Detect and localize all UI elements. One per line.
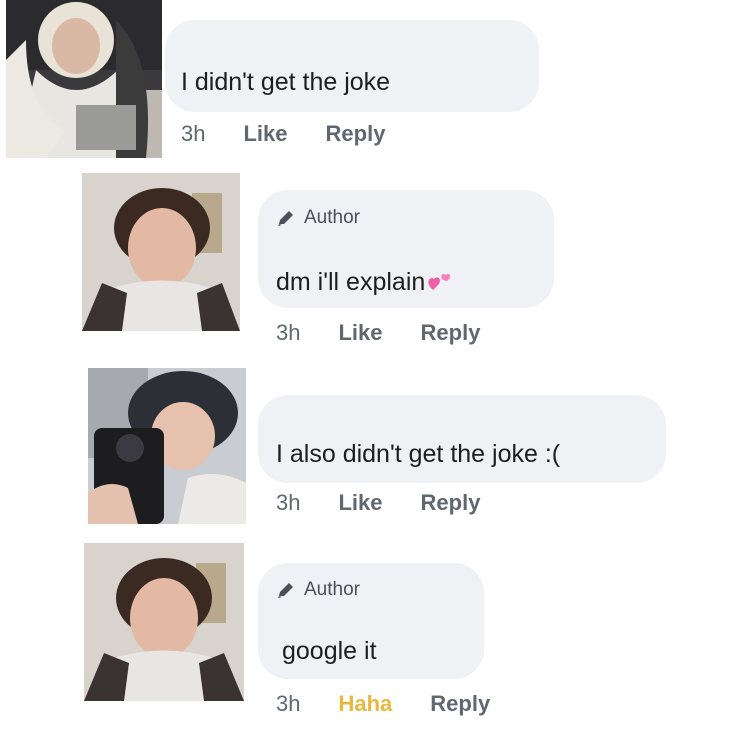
- profile-photo-wink: [84, 543, 244, 701]
- profile-photo-blonde: [6, 0, 162, 158]
- pencil-icon: [278, 211, 293, 226]
- author-badge: Author: [276, 579, 360, 601]
- pencil-icon: [278, 583, 293, 598]
- comment-actions: 3h Like Reply: [181, 121, 423, 147]
- reply-button[interactable]: Reply: [326, 121, 386, 147]
- avatar[interactable]: [84, 543, 244, 701]
- comment-bubble: [258, 395, 666, 483]
- reply-button[interactable]: Reply: [421, 320, 481, 346]
- comment-text: I didn't get the joke: [181, 68, 391, 96]
- avatar[interactable]: [88, 368, 246, 524]
- comment-bubble: [165, 20, 539, 112]
- comment-actions: 3h Like Reply: [276, 320, 518, 346]
- like-button[interactable]: Like: [338, 490, 382, 516]
- avatar[interactable]: [6, 0, 162, 158]
- two-hearts-icon: [428, 273, 451, 290]
- reply-button[interactable]: Reply: [421, 490, 481, 516]
- comment-text: I also didn't get the joke :(: [276, 440, 561, 468]
- profile-photo-wink: [82, 173, 240, 331]
- author-label: Author: [304, 579, 360, 600]
- comment-time: 3h: [276, 490, 301, 515]
- like-button[interactable]: Like: [338, 320, 382, 346]
- comment-text: dm i'll explain: [276, 268, 453, 297]
- author-label: Author: [304, 207, 360, 228]
- comment-text-content: dm i'll explain: [276, 268, 426, 296]
- comment-time: 3h: [276, 691, 301, 716]
- comment-text: google it: [282, 637, 377, 665]
- comment-actions: 3h Haha Reply: [276, 691, 528, 717]
- profile-photo-mirror-selfie: [88, 368, 246, 524]
- like-button[interactable]: Like: [243, 121, 287, 147]
- comment-time: 3h: [181, 121, 206, 146]
- reply-button[interactable]: Reply: [430, 691, 490, 717]
- avatar[interactable]: [82, 173, 240, 331]
- author-badge: Author: [276, 207, 360, 229]
- comment-time: 3h: [276, 320, 301, 345]
- comment-actions: 3h Like Reply: [276, 490, 518, 516]
- haha-reaction-button[interactable]: Haha: [338, 691, 392, 717]
